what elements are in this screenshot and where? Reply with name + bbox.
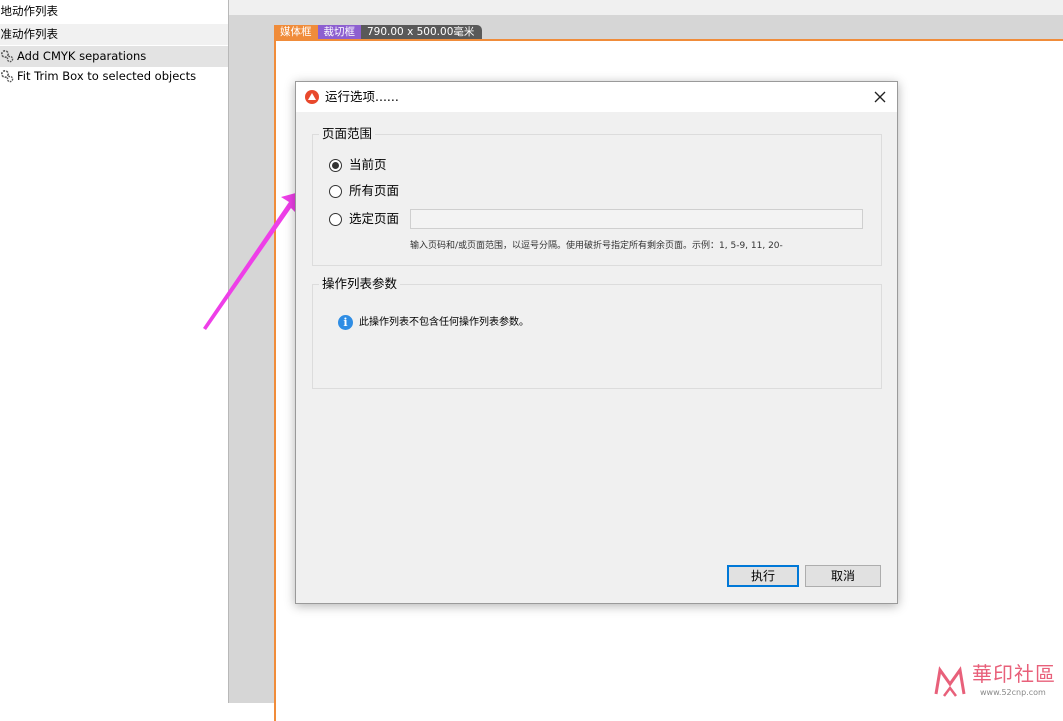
- page-range-hint: 输入页码和/或页面范围，以逗号分隔。使用破折号指定所有剩余页面。示例：1, 5-…: [410, 241, 783, 251]
- box-tabs: 媒体框 裁切框 790.00 x 500.00毫米: [274, 25, 483, 39]
- info-icon: i: [338, 315, 353, 330]
- page-range-label: 页面范围: [319, 126, 376, 142]
- action-item-label: Add CMYK separations: [17, 49, 147, 63]
- action-item-fit-trim-box[interactable]: Fit Trim Box to selected objects: [0, 66, 228, 87]
- watermark-url: www.52cnp.com: [980, 688, 1046, 697]
- radio-button[interactable]: [329, 185, 342, 198]
- close-icon[interactable]: [869, 86, 891, 108]
- radio-button[interactable]: [329, 213, 342, 226]
- canvas-top-bar: [229, 0, 1063, 15]
- app-logo-icon: [305, 90, 319, 104]
- dialog-title: 运行选项......: [325, 89, 399, 104]
- watermark-logo-icon: [934, 666, 966, 697]
- run-options-dialog: 运行选项...... 页面范围 当前页 所有页面 选定页面 输入页码和/或页面范…: [295, 81, 898, 604]
- page-range-input[interactable]: [410, 209, 863, 229]
- gear-icon: [0, 49, 14, 63]
- local-action-list-header[interactable]: 本地动作列表: [0, 1, 228, 22]
- watermark: 華印社區 www.52cnp.com: [928, 662, 1063, 703]
- watermark-title: 華印社區: [972, 662, 1056, 686]
- no-params-message: 此操作列表不包含任何操作列表参数。: [359, 317, 529, 328]
- annotation-arrow: [203, 191, 303, 330]
- action-item-label: Fit Trim Box to selected objects: [17, 69, 197, 83]
- radio-label: 所有页面: [349, 183, 400, 198]
- media-box-tab[interactable]: 媒体框: [274, 25, 318, 39]
- radio-label: 当前页: [349, 157, 387, 172]
- radio-button[interactable]: [329, 159, 342, 172]
- action-params-group: [312, 284, 882, 389]
- dialog-titlebar[interactable]: 运行选项......: [296, 82, 897, 112]
- cancel-button[interactable]: 取消: [805, 565, 881, 587]
- crop-box-tab[interactable]: 裁切框: [317, 25, 361, 39]
- action-item-add-cmyk[interactable]: Add CMYK separations: [0, 46, 228, 67]
- action-params-label: 操作列表参数: [319, 276, 401, 292]
- gear-icon: [0, 69, 14, 83]
- radio-label: 选定页面: [349, 211, 400, 226]
- page-dimensions-label: 790.00 x 500.00毫米: [361, 25, 483, 39]
- section-label: 本地动作列表: [0, 4, 58, 18]
- action-list-panel: 本地动作列表 标准动作列表 Add CMYK separations Fit T…: [0, 0, 229, 703]
- run-button[interactable]: 执行: [727, 565, 799, 587]
- standard-action-list-header[interactable]: 标准动作列表: [0, 24, 228, 45]
- section-label: 标准动作列表: [0, 27, 58, 41]
